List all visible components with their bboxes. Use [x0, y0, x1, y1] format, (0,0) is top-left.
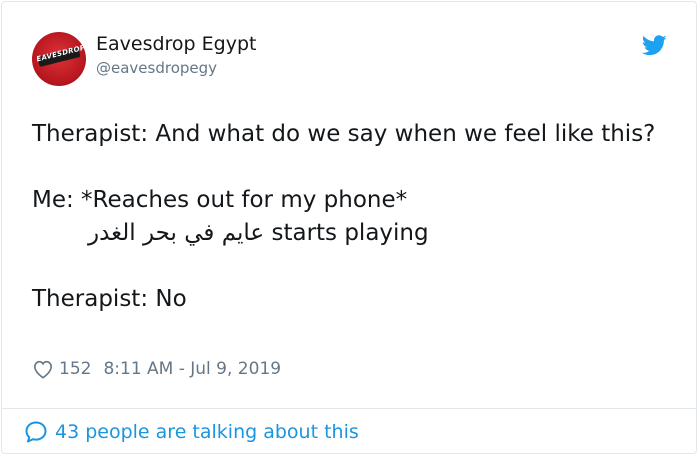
conversation-text[interactable]: 43 people are talking about this	[55, 421, 359, 443]
speech-bubble-icon	[25, 421, 47, 443]
display-name[interactable]: Eavesdrop Egypt	[96, 33, 256, 55]
tweet-line-me: Me: *Reaches out for my phone*	[32, 187, 408, 213]
heart-icon[interactable]	[32, 359, 54, 379]
tweet-line-therapist-answer: Therapist: No	[32, 286, 187, 312]
tweet-body: Therapist: And what do we say when we fe…	[32, 118, 672, 316]
conversation-link[interactable]: 43 people are talking about this	[24, 419, 359, 445]
twitter-bird-icon[interactable]	[642, 35, 667, 56]
tweet-line-therapist-question: Therapist: And what do we say when we fe…	[32, 121, 656, 147]
tweet-line-song: عايم في بحر الغدر starts playing	[88, 220, 429, 246]
like-count[interactable]: 152	[59, 359, 91, 379]
user-handle[interactable]: @eavesdropegy	[96, 59, 217, 77]
footer-divider	[1, 408, 697, 409]
timestamp-link[interactable]: 8:11 AM - Jul 9, 2019	[103, 359, 281, 379]
tweet-meta: 152 8:11 AM - Jul 9, 2019	[32, 356, 281, 382]
avatar[interactable]: EAVESDROP	[32, 32, 86, 86]
